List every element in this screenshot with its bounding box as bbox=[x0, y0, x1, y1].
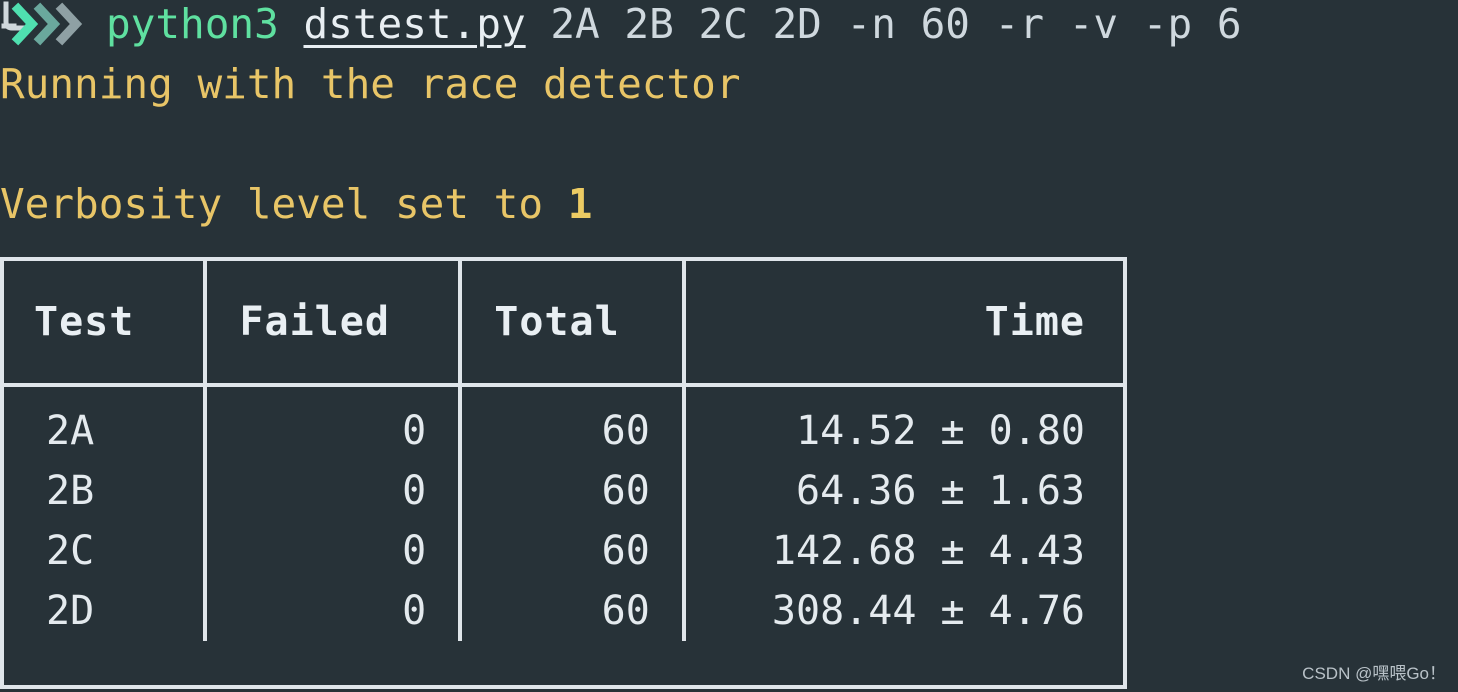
table-row: 2D 0 60 308.44 ± 4.76 bbox=[4, 581, 1123, 641]
header-time: Time bbox=[685, 261, 1123, 387]
cell-total: 60 bbox=[462, 461, 686, 521]
cell-time: 64.36 ± 1.63 bbox=[685, 461, 1123, 521]
cell-time: 308.44 ± 4.76 bbox=[685, 581, 1123, 641]
return-chevrons-prompt-icon bbox=[0, 0, 92, 52]
verbosity-label: Verbosity level set to bbox=[0, 180, 568, 228]
header-test: Test bbox=[4, 261, 208, 387]
table-row: 2C 0 60 142.68 ± 4.43 bbox=[4, 521, 1123, 581]
cell-test-name: 2B bbox=[4, 461, 208, 521]
cell-failed: 0 bbox=[207, 387, 463, 461]
header-failed: Failed bbox=[207, 261, 463, 387]
cell-time: 142.68 ± 4.43 bbox=[685, 521, 1123, 581]
command-line: python3 dstest.py 2A 2B 2C 2D -n 60 -r -… bbox=[0, 0, 1242, 52]
race-detector-message: Running with the race detector bbox=[0, 60, 741, 108]
cell-total: 60 bbox=[462, 581, 686, 641]
command-program: python3 bbox=[106, 0, 279, 48]
header-total: Total bbox=[462, 261, 686, 387]
cell-failed: 0 bbox=[207, 521, 463, 581]
results-table: Test Failed Total Time 2A 0 60 14.52 ± 0… bbox=[4, 261, 1123, 641]
verbosity-value: 1 bbox=[567, 180, 593, 228]
watermark: CSDN @嘿喂Go！ bbox=[1302, 664, 1446, 683]
results-table-container: Test Failed Total Time 2A 0 60 14.52 ± 0… bbox=[0, 257, 1127, 689]
cell-time: 14.52 ± 0.80 bbox=[685, 387, 1123, 461]
results-table-header: Test Failed Total Time bbox=[4, 261, 1123, 387]
cell-test-name: 2A bbox=[4, 387, 208, 461]
results-table-body: 2A 0 60 14.52 ± 0.80 2B 0 60 64.36 ± 1.6… bbox=[4, 387, 1123, 641]
table-row: 2A 0 60 14.52 ± 0.80 bbox=[4, 387, 1123, 461]
header-row: Test Failed Total Time bbox=[4, 261, 1123, 387]
verbosity-message: Verbosity level set to 1 bbox=[0, 176, 592, 232]
command-space-2 bbox=[526, 0, 551, 52]
cell-failed: 0 bbox=[207, 581, 463, 641]
command-space-1 bbox=[279, 0, 304, 52]
command-script-name: dstest.py bbox=[303, 0, 526, 48]
table-row: 2B 0 60 64.36 ± 1.63 bbox=[4, 461, 1123, 521]
terminal-window: python3 dstest.py 2A 2B 2C 2D -n 60 -r -… bbox=[0, 0, 1458, 692]
cell-total: 60 bbox=[462, 387, 686, 461]
cell-failed: 0 bbox=[207, 461, 463, 521]
cell-total: 60 bbox=[462, 521, 686, 581]
cell-test-name: 2C bbox=[4, 521, 208, 581]
command-arguments: 2A 2B 2C 2D -n 60 -r -v -p 6 bbox=[550, 0, 1242, 48]
cell-test-name: 2D bbox=[4, 581, 208, 641]
